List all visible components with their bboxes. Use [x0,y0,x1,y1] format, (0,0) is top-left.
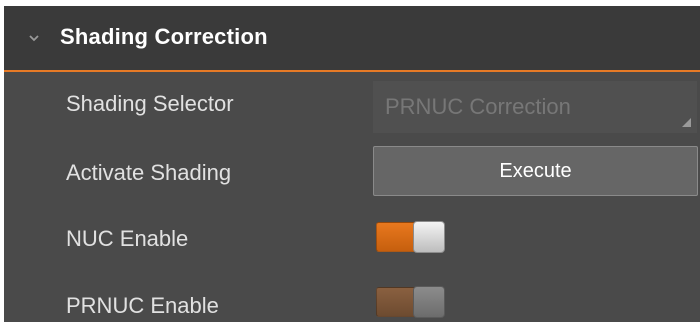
shading-selector-value: PRNUC Correction [385,94,571,119]
dropdown-corner-icon [682,118,691,127]
activate-shading-label: Activate Shading [66,160,232,185]
shading-correction-panel: Shading Correction Shading Selector PRNU… [4,6,700,322]
prnuc-enable-label: PRNUC Enable [66,293,219,318]
nuc-enable-label: NUC Enable [66,226,189,251]
shading-selector-label: Shading Selector [66,91,234,116]
execute-button[interactable]: Execute [373,146,698,196]
section-title: Shading Correction [60,24,268,49]
prnuc-enable-toggle[interactable] [376,286,448,318]
toggle-knob [413,221,445,253]
shading-selector-dropdown[interactable]: PRNUC Correction [373,81,697,133]
nuc-enable-toggle[interactable] [376,221,448,253]
toggle-knob [413,286,445,318]
chevron-down-icon[interactable] [26,30,42,46]
section-header[interactable]: Shading Correction [4,6,700,72]
